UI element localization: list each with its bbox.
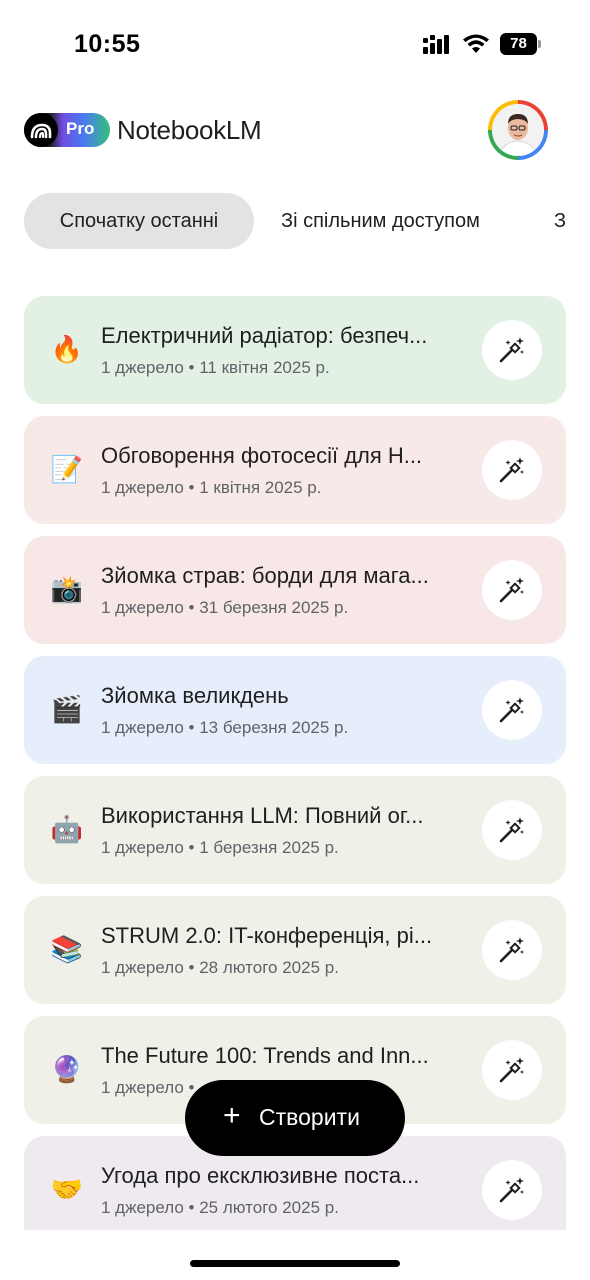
battery-level: 78 xyxy=(500,33,537,55)
notebook-emoji-camera: 📸 xyxy=(50,575,84,605)
magic-wand-button[interactable] xyxy=(482,920,542,980)
cellular-signal-icon xyxy=(423,35,449,54)
notebook-meta: 1 джерело • 13 березня 2025 р. xyxy=(101,718,349,737)
notebook-meta: 1 джерело • 1 квітня 2025 р. xyxy=(101,478,322,497)
notebooklm-logo-icon xyxy=(24,113,58,147)
notebook-meta: 1 джерело • 11 квітня 2025 р. xyxy=(101,358,330,377)
notebook-meta: 1 джерело • 28 лютого 2025 р. xyxy=(101,958,339,977)
notebook-card[interactable]: 🔥 Електричний радіатор: безпеч... 1 джер… xyxy=(24,296,566,404)
notebook-emoji-crystal-ball: 🔮 xyxy=(50,1055,84,1085)
magic-wand-button[interactable] xyxy=(482,440,542,500)
magic-wand-button[interactable] xyxy=(482,1040,542,1100)
notebook-title: Угода про ексклюзивне поста... xyxy=(101,1163,420,1188)
pro-badge: Pro xyxy=(24,113,110,147)
create-button[interactable]: + Створити xyxy=(185,1080,405,1156)
status-time: 10:55 xyxy=(74,30,141,58)
notebook-title: Електричний радіатор: безпеч... xyxy=(101,323,428,348)
notebook-meta: 1 джерело • 25 лютого 2025 р. xyxy=(101,1198,339,1217)
magic-wand-button[interactable] xyxy=(482,560,542,620)
notebook-title: Зйомка великдень xyxy=(101,683,289,708)
notebook-meta: 1 джерело • 31 березня 2025 р. xyxy=(101,598,349,617)
notebook-card[interactable]: 🤖 Використання LLM: Повний ог... 1 джере… xyxy=(24,776,566,884)
notebook-title: Обговорення фотосесії для Н... xyxy=(101,443,423,468)
notebook-title: Використання LLM: Повний ог... xyxy=(101,803,424,828)
notebook-title: Зйомка страв: борди для мага... xyxy=(101,563,429,588)
notebook-emoji-robot: 🤖 xyxy=(50,815,84,845)
magic-wand-icon xyxy=(499,1057,524,1083)
notebook-meta: 1 джерело • 1 березня 2025 р. xyxy=(101,838,339,857)
notebook-title: The Future 100: Trends and Inn... xyxy=(101,1043,429,1068)
wifi-icon xyxy=(463,34,489,53)
notebook-card[interactable]: 📸 Зйомка страв: борди для мага... 1 джер… xyxy=(24,536,566,644)
notebook-emoji-books: 📚 xyxy=(50,935,84,965)
magic-wand-icon xyxy=(499,817,524,843)
status-bar: 10:55 78 xyxy=(0,0,590,88)
magic-wand-icon xyxy=(499,937,524,963)
battery-tip xyxy=(538,40,541,48)
app-header: Pro NotebookLM xyxy=(0,98,590,164)
chip-more[interactable]: З xyxy=(554,193,566,249)
notebook-card[interactable]: 📝 Обговорення фотосесії для Н... 1 джере… xyxy=(24,416,566,524)
magic-wand-icon xyxy=(499,457,524,483)
pro-badge-label: Pro xyxy=(66,119,95,138)
account-avatar[interactable] xyxy=(488,100,548,160)
chip-recent[interactable]: Спочатку останні xyxy=(24,193,254,249)
battery-indicator: 78 xyxy=(500,33,542,55)
notebook-card[interactable]: 🎬 Зйомка великдень 1 джерело • 13 березн… xyxy=(24,656,566,764)
notebook-emoji-handshake: 🤝 xyxy=(50,1175,84,1205)
magic-wand-button[interactable] xyxy=(482,1160,542,1220)
plus-icon: + xyxy=(223,1099,241,1132)
magic-wand-button[interactable] xyxy=(482,800,542,860)
notebook-emoji-clapper: 🎬 xyxy=(50,695,84,725)
notebook-emoji-memo: 📝 xyxy=(50,455,84,485)
avatar-photo xyxy=(492,104,544,156)
magic-wand-icon xyxy=(499,1177,524,1203)
magic-wand-button[interactable] xyxy=(482,320,542,380)
app-title: NotebookLM xyxy=(117,115,262,145)
notebook-emoji-fire: 🔥 xyxy=(50,335,84,365)
chip-shared[interactable]: Зі спільним доступом xyxy=(281,193,480,249)
home-indicator xyxy=(190,1260,400,1267)
create-button-label: Створити xyxy=(259,1104,360,1130)
notebook-card[interactable]: 📚 STRUM 2.0: IT-конференція, рі... 1 дже… xyxy=(24,896,566,1004)
magic-wand-icon xyxy=(499,697,524,723)
filter-chips: Спочатку останні Зі спільним доступом З xyxy=(0,193,590,249)
magic-wand-icon xyxy=(499,337,524,363)
magic-wand-icon xyxy=(499,577,524,603)
magic-wand-button[interactable] xyxy=(482,680,542,740)
notebook-title: STRUM 2.0: IT-конференція, рі... xyxy=(101,923,433,948)
